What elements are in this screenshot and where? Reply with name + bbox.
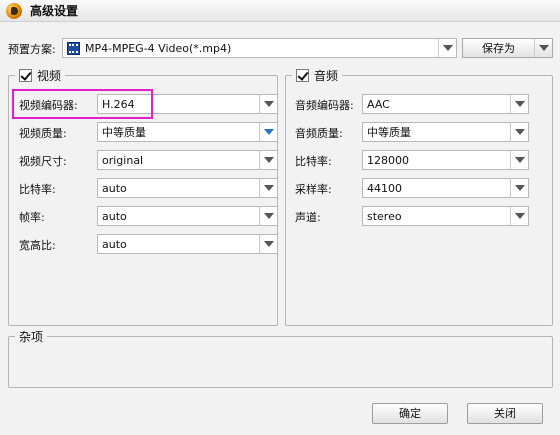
video-bitrate-row: 比特率: auto [19,178,278,198]
misc-group: 杂项 [8,328,553,388]
misc-group-title: 杂项 [19,330,44,344]
title-bar: 高级设置 [0,0,560,22]
video-size-row: 视频尺寸: original [19,150,278,170]
preset-row: 预置方案: MP4-MPEG-4 Video(*.mp4) 保存为 [8,38,553,58]
video-size-value: original [102,153,144,167]
audio-codec-row: 音频编码器: AAC [295,94,545,114]
video-group-legend: 视频 [15,67,66,84]
audio-samplerate-select[interactable]: 44100 [362,178,529,198]
audio-group-legend: 音频 [292,67,343,84]
audio-bitrate-row: 比特率: 128000 [295,150,545,170]
chevron-down-icon[interactable] [259,95,277,113]
video-aspect-value: auto [102,237,127,251]
video-framerate-row: 帧率: auto [19,206,278,226]
video-file-icon [67,41,80,55]
video-aspect-label: 宽高比: [19,239,56,252]
chevron-down-icon[interactable] [259,207,277,225]
audio-codec-select[interactable]: AAC [362,94,529,114]
preset-select[interactable]: MP4-MPEG-4 Video(*.mp4) [62,38,457,58]
chevron-down-icon[interactable] [510,95,528,113]
app-logo-icon [6,2,22,19]
video-bitrate-select[interactable]: auto [97,178,278,198]
video-size-label: 视频尺寸: [19,155,67,168]
audio-group-title: 音频 [314,69,339,83]
audio-channels-label: 声道: [295,211,321,224]
audio-codec-value: AAC [367,97,390,111]
video-size-select[interactable]: original [97,150,278,170]
save-as-button[interactable]: 保存为 [462,38,553,58]
close-button[interactable]: 关闭 [467,403,543,424]
chevron-down-icon[interactable] [534,39,552,57]
audio-quality-label: 音频质量: [295,127,343,140]
audio-quality-row: 音频质量: 中等质量 [295,122,545,142]
video-bitrate-value: auto [102,181,127,195]
chevron-down-icon[interactable] [259,235,277,253]
audio-group: 音频 音频编码器: AAC 音频质量: 中等质量 比特率: 128000 采样率… [285,67,553,326]
ok-button[interactable]: 确定 [372,403,448,424]
save-as-label: 保存为 [482,42,515,55]
video-framerate-select[interactable]: auto [97,206,278,226]
audio-samplerate-row: 采样率: 44100 [295,178,545,198]
video-enable-checkbox[interactable] [19,69,32,82]
audio-codec-label: 音频编码器: [295,99,354,112]
video-quality-row: 视频质量: 中等质量 [19,122,278,142]
audio-quality-select[interactable]: 中等质量 [362,122,529,142]
audio-bitrate-value: 128000 [367,153,409,167]
video-quality-value: 中等质量 [102,126,146,139]
audio-samplerate-value: 44100 [367,181,402,195]
misc-group-legend: 杂项 [15,328,48,345]
video-framerate-value: auto [102,209,127,223]
video-quality-label: 视频质量: [19,127,67,140]
chevron-down-icon[interactable] [510,123,528,141]
preset-value: MP4-MPEG-4 Video(*.mp4) [85,41,232,55]
audio-bitrate-select[interactable]: 128000 [362,150,529,170]
chevron-down-icon[interactable] [510,179,528,197]
chevron-down-icon[interactable] [510,151,528,169]
chevron-down-icon[interactable] [259,123,277,141]
chevron-down-icon[interactable] [259,179,277,197]
audio-channels-value: stereo [367,209,402,223]
video-bitrate-label: 比特率: [19,183,56,196]
codec-highlight-box [12,89,153,119]
window-title: 高级设置 [30,4,79,18]
audio-channels-select[interactable]: stereo [362,206,529,226]
chevron-down-icon[interactable] [259,151,277,169]
video-group-title: 视频 [37,69,62,83]
audio-quality-value: 中等质量 [367,126,411,139]
audio-enable-checkbox[interactable] [296,69,309,82]
preset-label: 预置方案: [8,43,56,56]
video-framerate-label: 帧率: [19,211,45,224]
audio-samplerate-label: 采样率: [295,183,332,196]
audio-bitrate-label: 比特率: [295,155,332,168]
chevron-down-icon[interactable] [438,39,456,57]
audio-channels-row: 声道: stereo [295,206,545,226]
video-aspect-select[interactable]: auto [97,234,278,254]
video-quality-select[interactable]: 中等质量 [97,122,278,142]
video-aspect-row: 宽高比: auto [19,234,278,254]
chevron-down-icon[interactable] [510,207,528,225]
